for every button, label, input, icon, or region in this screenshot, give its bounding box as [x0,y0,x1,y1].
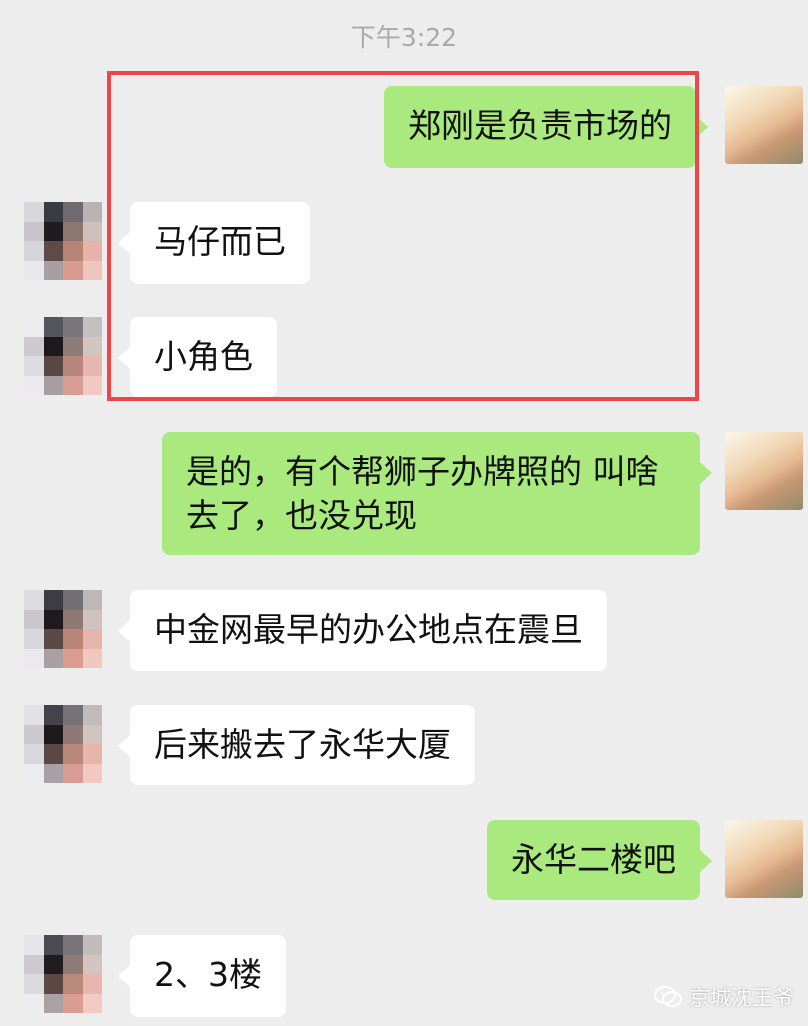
watermark-text: 京城沈王爷 [689,986,794,1010]
chat-timestamp: 下午3:22 [350,23,458,52]
message-bubble[interactable]: 中金网最早的办公地点在震旦 [118,590,607,671]
highlight-box [107,71,699,401]
contact-avatar[interactable] [24,935,102,1013]
message-bubble[interactable]: 后来搬去了永华大厦 [118,705,475,785]
contact-avatar[interactable] [24,705,102,783]
wechat-icon [653,984,683,1010]
message-bubble[interactable]: 永华二楼吧 [487,820,712,900]
user-avatar[interactable] [725,86,803,164]
message-bubble[interactable]: 2、3楼 [118,935,286,1017]
contact-avatar[interactable] [24,590,102,668]
user-avatar[interactable] [725,820,803,898]
contact-avatar[interactable] [24,202,102,280]
contact-avatar[interactable] [24,317,102,395]
user-avatar[interactable] [725,432,803,510]
message-bubble[interactable]: 是的，有个帮狮子办牌照的 叫啥 去了，也没兑现 [162,432,712,555]
message-line: 去了，也没兑现 [186,496,417,535]
message-line: 是的，有个帮狮子办牌照的 叫啥 [186,452,659,491]
watermark: 京城沈王爷 [653,982,794,1012]
